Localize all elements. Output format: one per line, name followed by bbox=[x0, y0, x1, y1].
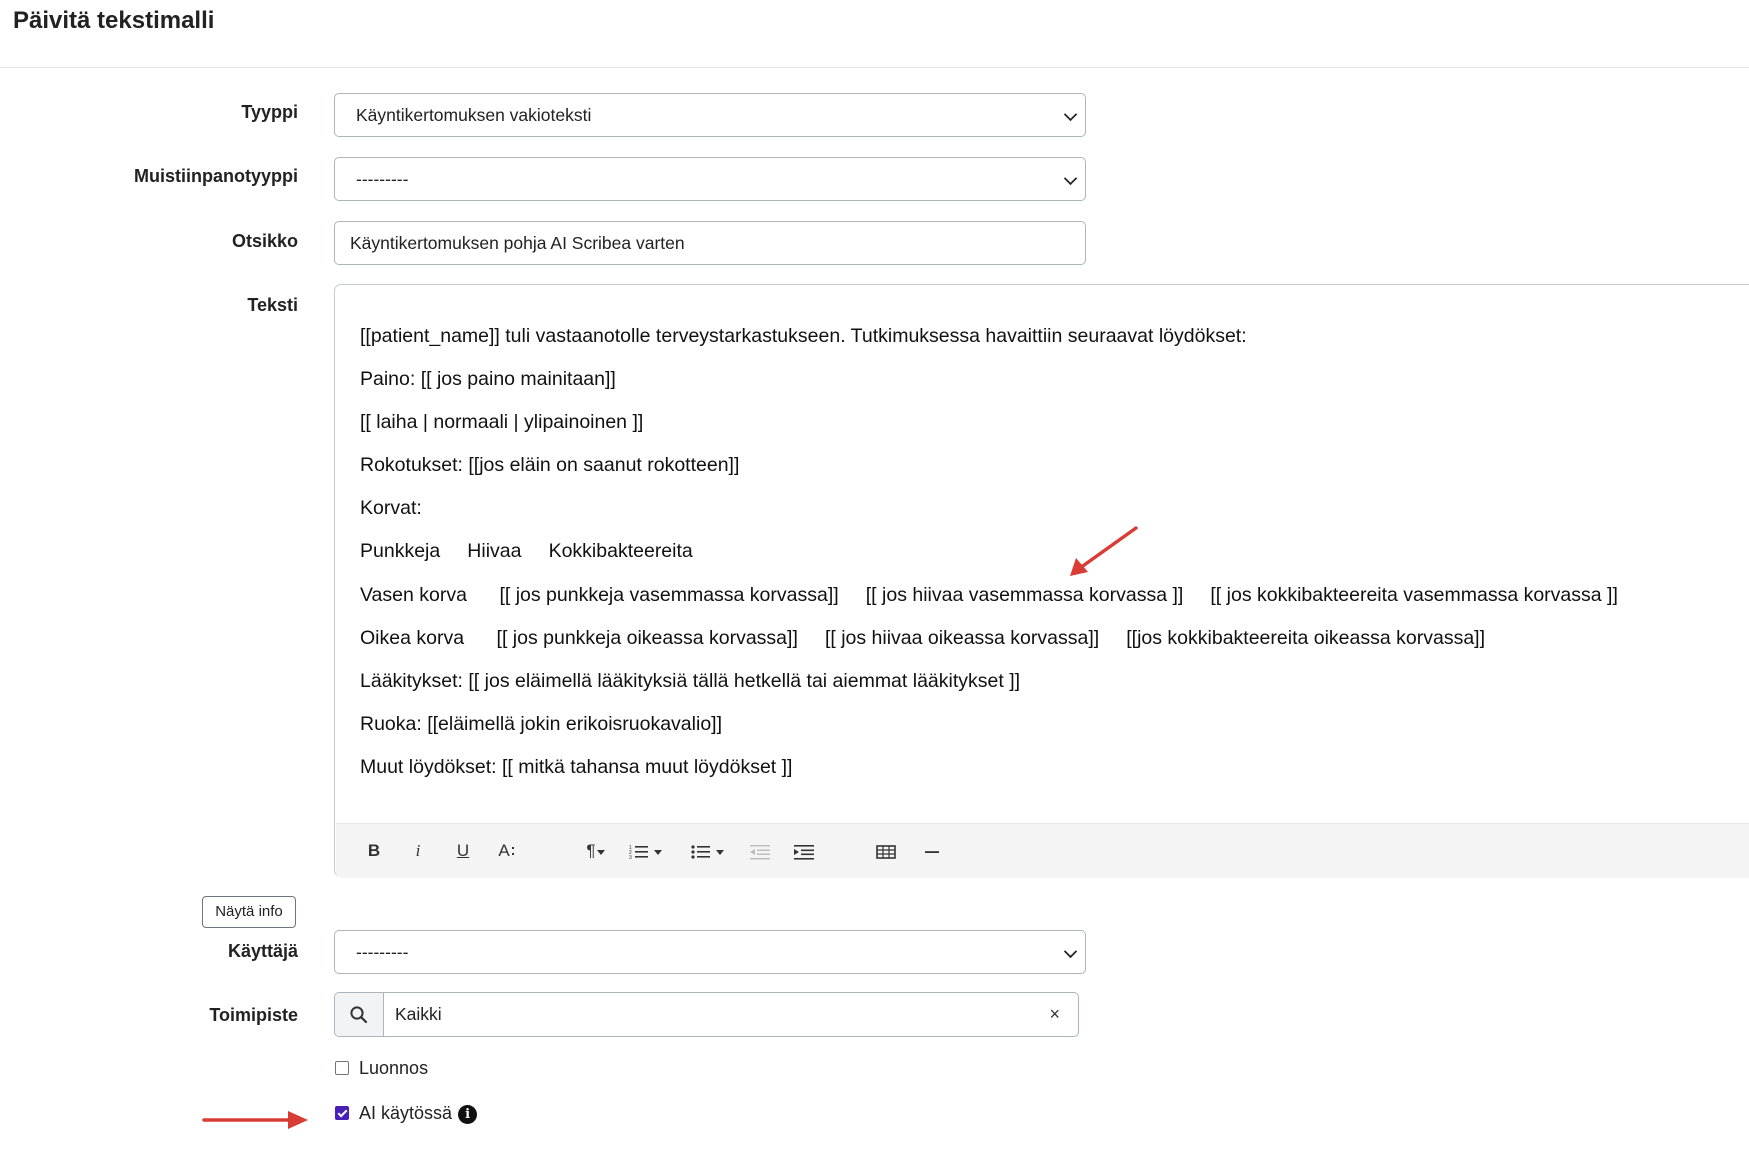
arrow-annotation bbox=[1070, 526, 1138, 576]
tyyppi-label: Tyyppi bbox=[241, 102, 298, 122]
ai-kaytossa-checkbox[interactable] bbox=[335, 1106, 349, 1120]
paragraph-icon: ¶ bbox=[586, 841, 596, 860]
editor-line: Muut löydökset: [[ mitkä tahansa muut lö… bbox=[360, 755, 793, 778]
table-icon bbox=[876, 844, 896, 859]
kayttaja-label: Käyttäjä bbox=[227, 941, 298, 961]
bold-button[interactable]: B bbox=[364, 834, 384, 868]
show-info-button[interactable]: Näytä info bbox=[202, 896, 296, 928]
chevron-down-icon bbox=[1063, 107, 1078, 122]
teksti-label: Teksti bbox=[247, 295, 298, 315]
bullet-list-icon bbox=[691, 844, 710, 859]
chevron-down-icon bbox=[1063, 944, 1078, 959]
luonnos-row: Luonnos bbox=[335, 1058, 428, 1079]
ordered-list-button[interactable]: 1 2 3 bbox=[624, 834, 668, 868]
font-size-label: A bbox=[498, 841, 510, 860]
ordered-list-icon: 1 2 3 bbox=[629, 845, 648, 861]
info-icon[interactable]: i bbox=[458, 1105, 478, 1124]
outdent-button[interactable] bbox=[748, 834, 772, 868]
editor-content[interactable]: [[patient_name]] tuli vastaanotolle terv… bbox=[360, 323, 1733, 797]
caret-down-icon bbox=[596, 849, 605, 855]
editor-line: Paino: [[ jos paino mainitaan]] bbox=[360, 368, 616, 391]
caret-down-icon bbox=[654, 849, 662, 855]
muistiinpanotyyppi-label: Muistiinpanotyyppi bbox=[134, 166, 298, 186]
italic-button[interactable]: i bbox=[408, 834, 428, 868]
font-size-icon bbox=[511, 846, 514, 855]
editor-line: [[ laiha | normaali | ylipainoinen ]] bbox=[360, 411, 644, 434]
editor-line: Rokotukset: [[jos eläin on saanut rokott… bbox=[360, 454, 740, 477]
tyyppi-select[interactable]: Käyntikertomuksen vakioteksti bbox=[334, 93, 1086, 137]
font-size-button[interactable]: A bbox=[496, 834, 518, 868]
horizontal-rule-icon bbox=[925, 850, 939, 853]
table-button[interactable] bbox=[874, 834, 898, 868]
ai-kaytossa-row: AI käytössä i bbox=[335, 1103, 478, 1124]
search-icon bbox=[350, 1006, 368, 1024]
search-addon bbox=[335, 993, 384, 1036]
horizontal-rule-button[interactable] bbox=[922, 834, 942, 868]
caret-down-icon bbox=[716, 849, 724, 855]
editor-line: Korvat: bbox=[360, 497, 422, 520]
kayttaja-value: --------- bbox=[356, 942, 409, 962]
editor-line: Vasen korva [[ jos punkkeja vasemmassa k… bbox=[360, 583, 1618, 606]
editor-line: Punkkeja Hiivaa Kokkibakteereita bbox=[360, 540, 693, 563]
paragraph-button[interactable]: ¶ bbox=[578, 834, 614, 868]
editor-line: Lääkitykset: [[ jos eläimellä lääkityksi… bbox=[360, 669, 1021, 692]
muistiinpanotyyppi-select[interactable]: --------- bbox=[334, 157, 1086, 201]
underline-button[interactable]: U bbox=[453, 834, 473, 868]
otsikko-value: Käyntikertomuksen pohja AI Scribea varte… bbox=[350, 233, 685, 253]
editor-toolbar: B i U A ¶ 1 2 3 bbox=[336, 823, 1749, 878]
indent-button[interactable] bbox=[792, 834, 816, 868]
tyyppi-value: Käyntikertomuksen vakioteksti bbox=[356, 105, 592, 125]
bullet-list-button[interactable] bbox=[686, 834, 730, 868]
kayttaja-select[interactable]: --------- bbox=[334, 930, 1086, 974]
arrow-annotation bbox=[202, 1111, 308, 1129]
otsikko-label: Otsikko bbox=[231, 231, 298, 251]
luonnos-label: Luonnos bbox=[359, 1058, 429, 1078]
muistiinpanotyyppi-value: --------- bbox=[356, 169, 409, 189]
title-divider bbox=[0, 67, 1749, 68]
toimipiste-value: Kaikki bbox=[395, 1004, 442, 1024]
teksti-editor[interactable]: [[patient_name]] tuli vastaanotolle terv… bbox=[334, 284, 1749, 878]
editor-line: Oikea korva [[ jos punkkeja oikeassa kor… bbox=[360, 626, 1486, 649]
toimipiste-search[interactable]: Kaikki × bbox=[334, 992, 1079, 1037]
ai-kaytossa-label: AI käytössä bbox=[359, 1103, 453, 1123]
editor-line: [[patient_name]] tuli vastaanotolle terv… bbox=[360, 325, 1247, 347]
page-title: Päivitä tekstimalli bbox=[13, 7, 215, 34]
close-icon[interactable]: × bbox=[1049, 993, 1060, 1036]
luonnos-checkbox[interactable] bbox=[335, 1061, 349, 1075]
svg-text:3: 3 bbox=[629, 855, 632, 860]
chevron-down-icon bbox=[1063, 171, 1078, 186]
editor-line: Ruoka: [[eläimellä jokin erikoisruokaval… bbox=[360, 712, 722, 735]
otsikko-input[interactable]: Käyntikertomuksen pohja AI Scribea varte… bbox=[334, 221, 1086, 265]
indent-icon bbox=[794, 844, 814, 860]
outdent-icon bbox=[750, 844, 770, 859]
toimipiste-label: Toimipiste bbox=[209, 1005, 298, 1025]
